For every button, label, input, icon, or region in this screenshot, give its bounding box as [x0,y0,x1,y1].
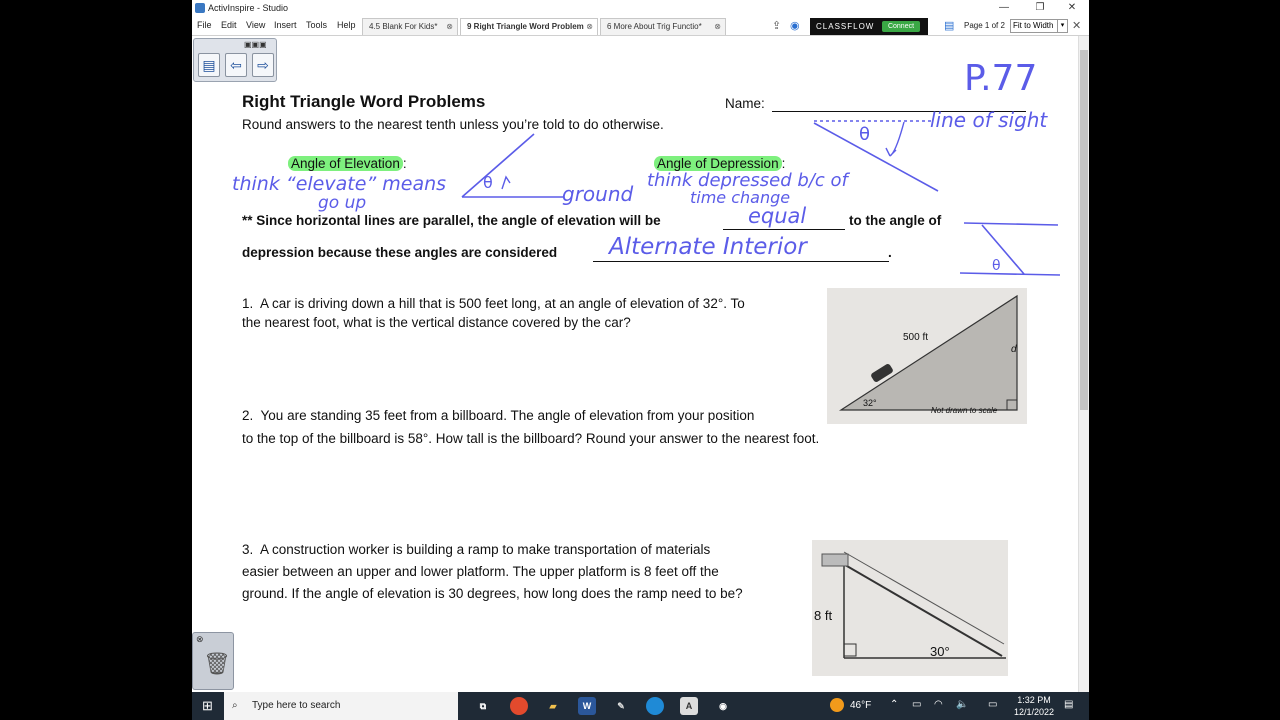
clock-time[interactable]: 1:32 PM [1014,695,1054,705]
chrome-icon[interactable] [510,697,528,715]
ink-think-elevate-1: think “elevate” means [232,173,447,195]
tab-close-icon[interactable]: ⊗ [586,19,593,35]
weather-temp[interactable]: 46°F [850,700,871,711]
menu-edit[interactable]: Edit [221,20,237,30]
window-title: ActivInspire - Studio [208,3,289,13]
zoom-select[interactable]: Fit to Width ▾ [1010,19,1068,33]
page-sorter-icon[interactable]: ▤ [944,19,954,32]
menu-file[interactable]: File [197,20,212,30]
scrollbar-thumb[interactable] [1080,50,1088,410]
menu-bar: File Edit View Insert Tools Help 4.5 Bla… [192,16,1089,36]
word-icon[interactable]: W [578,697,596,715]
windows-taskbar: ⊞ ⌕ Type here to search ⧉ ▰ W ✎ A ◉ 46°F… [192,692,1089,720]
profile-icon[interactable]: ◉ [790,19,800,32]
search-placeholder: Type here to search [252,700,341,711]
obs-icon[interactable]: ◉ [714,697,732,715]
bin-close-icon[interactable]: ⊗ [196,634,204,645]
collapse-icon[interactable]: ✕ [1072,19,1081,32]
toolbox-controls-icon[interactable]: ▣▣▣ [244,40,267,49]
ink-theta-parallel: θ [992,258,1001,274]
flipchart-page: Right Triangle Word Problems Name: Round… [192,36,1078,692]
vertical-scrollbar[interactable] [1078,36,1089,692]
keyboard-icon[interactable]: ▭ [988,699,997,710]
search-icon: ⌕ [232,700,238,711]
tab-trig-functions[interactable]: 6 More About Trig Functio* ⊗ [600,18,726,35]
taskbar-search[interactable]: ⌕ Type here to search [224,692,458,720]
tab-close-icon[interactable]: ⊗ [446,19,453,35]
chevron-down-icon: ▾ [1057,20,1067,32]
network-icon[interactable]: ◠ [934,699,943,710]
ink-page-number: P.77 [964,58,1038,99]
flipchart-bin[interactable]: ⊗ 🗑 [192,632,234,690]
ink-equal: equal [748,204,807,228]
ink-theta-elevation: θ [483,173,493,192]
tab-label: 6 More About Trig Functio* [607,22,702,31]
restore-button[interactable]: ❐ [1028,1,1052,15]
menu-view[interactable]: View [246,20,265,30]
edge-icon[interactable] [646,697,664,715]
zoom-value: Fit to Width [1013,21,1054,30]
ink-alternate-interior: Alternate Interior [609,234,807,260]
classflow-label: CLASSFLOW [816,22,875,31]
title-bar: ActivInspire - Studio — ❐ ✕ [192,0,1089,16]
share-icon[interactable]: ⇪ [772,19,781,32]
classflow-bar[interactable]: CLASSFLOW Connect [810,18,928,35]
previous-page-icon[interactable]: ⇦ [225,53,247,77]
tab-label: 9 Right Triangle Word Problem [467,22,584,31]
minimize-button[interactable]: — [992,1,1016,15]
menu-tools[interactable]: Tools [306,20,327,30]
activinspire-taskbar-icon[interactable]: A [680,697,698,715]
tab-blank-for-kids[interactable]: 4.5 Blank For Kids* ⊗ [362,18,458,35]
page-browser-icon[interactable]: ▤ [198,53,220,77]
clock-date[interactable]: 12/1/2022 [1012,707,1056,717]
tab-close-icon[interactable]: ⊗ [714,19,721,35]
task-view-icon[interactable]: ⧉ [474,697,492,715]
menu-insert[interactable]: Insert [274,20,297,30]
connect-button[interactable]: Connect [882,21,920,32]
tab-right-triangle[interactable]: 9 Right Triangle Word Problem ⊗ [460,18,598,35]
activinspire-window: ActivInspire - Studio — ❐ ✕ File Edit Vi… [192,0,1089,692]
next-page-icon[interactable]: ⇨ [252,53,274,77]
ink-line-of-sight: line of sight [930,108,1048,132]
tab-label: 4.5 Blank For Kids* [369,22,438,31]
close-button[interactable]: ✕ [1060,1,1084,15]
ink-annotation-layer [461,120,1061,276]
volume-icon[interactable]: 🔈 [956,699,968,710]
battery-icon[interactable]: ▭ [912,699,921,710]
menu-help[interactable]: Help [337,20,356,30]
trash-icon: 🗑 [203,651,231,676]
paint-icon[interactable]: ✎ [612,697,630,715]
main-toolbox[interactable]: ▣▣▣ ▤ ⇦ ⇨ [193,38,277,82]
page-indicator: Page 1 of 2 [964,21,1005,30]
app-icon [195,3,205,13]
ink-ground: ground [562,182,634,206]
ink-think-elevate-2: go up [318,193,367,213]
chevron-up-icon[interactable]: ⌃ [890,699,898,710]
ink-theta-depression: θ [859,124,871,145]
file-explorer-icon[interactable]: ▰ [544,697,562,715]
start-icon[interactable]: ⊞ [202,698,213,714]
weather-icon[interactable] [830,698,844,712]
notification-icon[interactable]: ▤ [1064,699,1073,710]
